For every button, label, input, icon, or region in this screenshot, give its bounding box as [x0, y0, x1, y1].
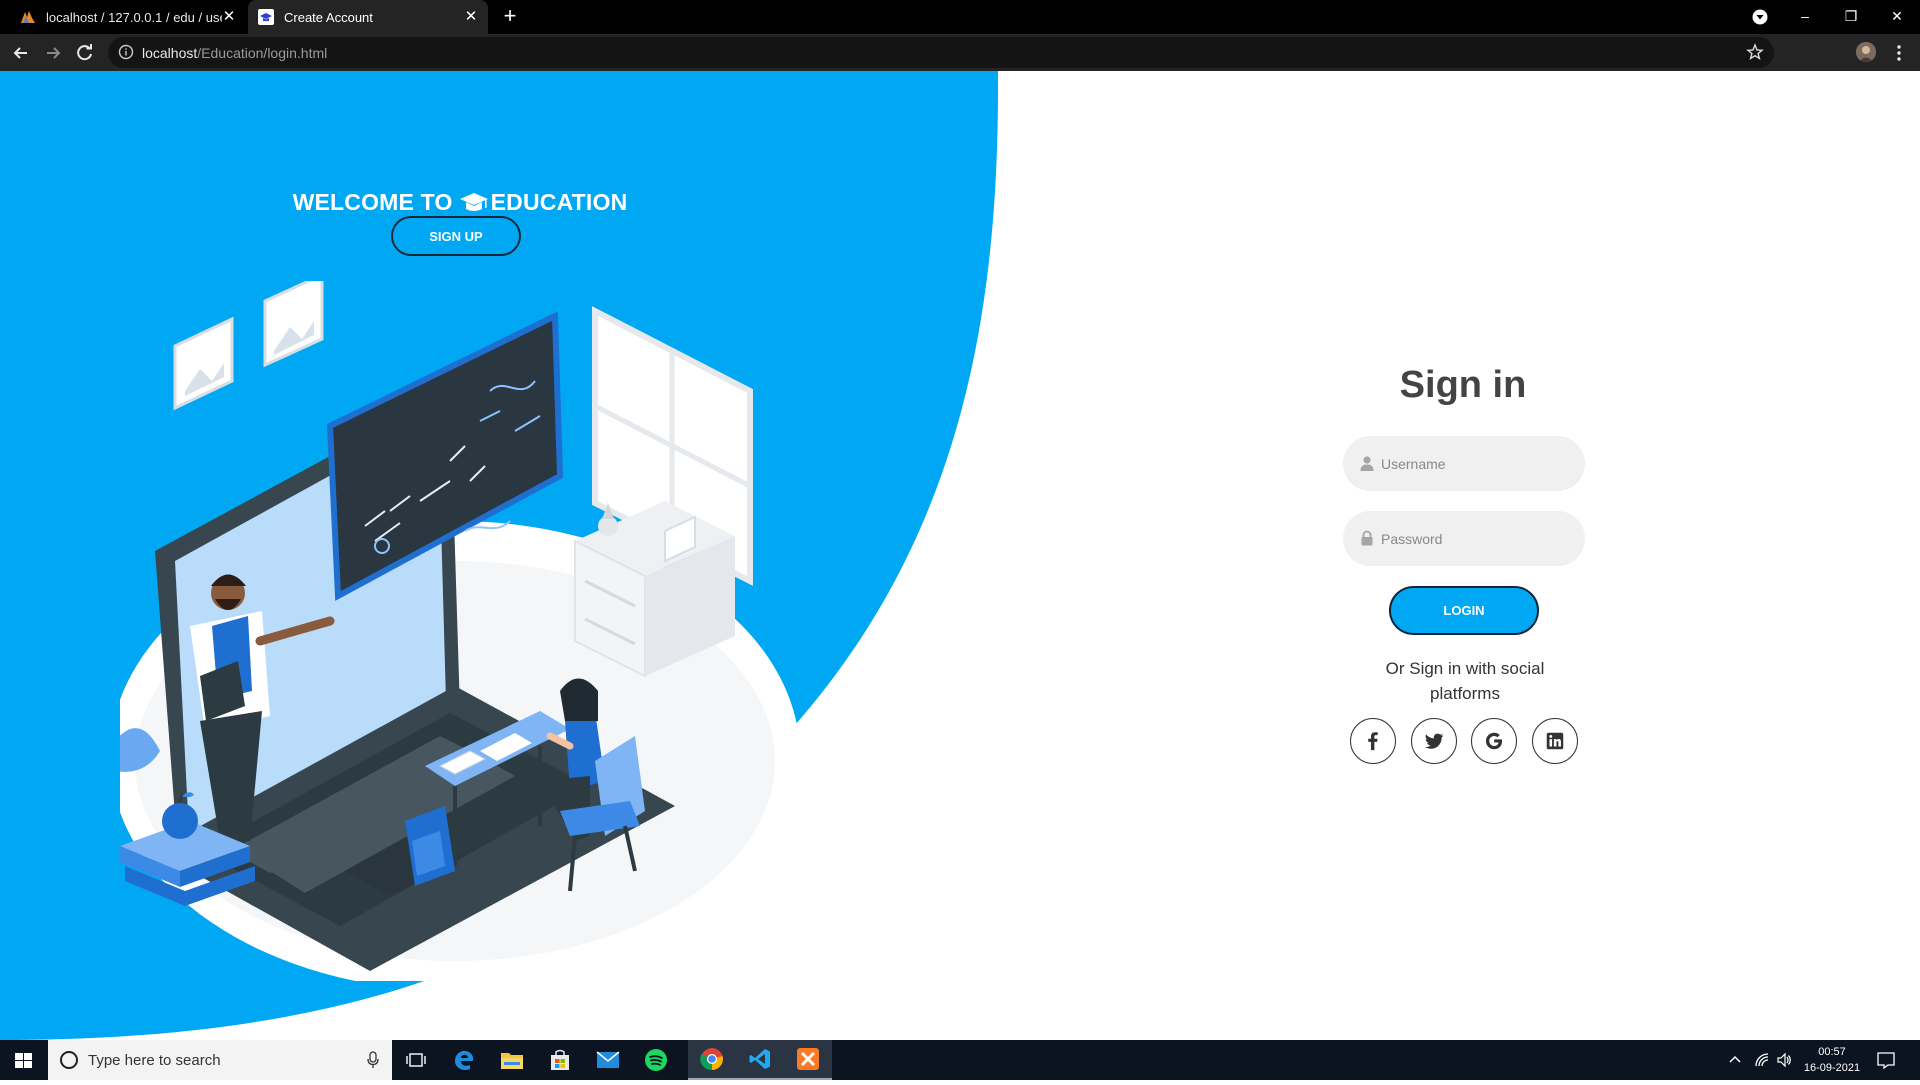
mail-icon	[596, 1051, 620, 1068]
xampp-icon	[797, 1048, 819, 1070]
windows-taskbar: Type here to search 00:57 16-09-2021	[0, 1040, 1920, 1080]
sign-up-button[interactable]: SIGN UP	[391, 216, 521, 256]
file-explorer-button[interactable]	[488, 1040, 536, 1080]
restore-button[interactable]: ❐	[1828, 0, 1874, 34]
password-input[interactable]	[1381, 511, 1571, 566]
welcome-prefix: WELCOME TO	[292, 189, 453, 215]
tab-title: localhost / 127.0.0.1 / edu / users	[46, 9, 222, 25]
password-field[interactable]	[1343, 511, 1585, 566]
windows-logo-icon	[15, 1053, 32, 1068]
twitter-icon	[1425, 733, 1444, 749]
tab-create-account[interactable]: Create Account ✕	[248, 0, 488, 34]
clock-time: 00:57	[1818, 1046, 1846, 1058]
graduation-cap-icon	[459, 192, 488, 211]
google-icon	[1485, 732, 1503, 750]
facebook-button[interactable]	[1350, 718, 1396, 764]
media-control-icon[interactable]	[1752, 9, 1768, 25]
browser-tab-bar: localhost / 127.0.0.1 / edu / users ✕ Cr…	[0, 0, 1920, 34]
reload-icon[interactable]	[72, 40, 98, 66]
forward-arrow-icon[interactable]	[40, 40, 66, 66]
search-placeholder: Type here to search	[88, 1052, 221, 1069]
folder-icon	[501, 1053, 523, 1069]
chrome-icon	[700, 1048, 723, 1071]
notification-icon[interactable]	[1876, 1050, 1896, 1070]
new-tab-button[interactable]: +	[498, 5, 522, 29]
minimize-button[interactable]: –	[1782, 0, 1828, 34]
browser-nav-bar: localhost/Education/login.html	[0, 34, 1920, 71]
linkedin-icon	[1546, 732, 1564, 750]
close-window-button[interactable]: ✕	[1874, 0, 1920, 34]
login-page: WELCOME TO EDUCATION SIGN UP Sign in Use…	[0, 71, 1920, 1040]
social-sign-in-text: Or Sign in with social platforms	[1385, 659, 1545, 703]
tab-phpmyadmin[interactable]: localhost / 127.0.0.1 / edu / users ✕	[12, 0, 246, 34]
close-tab-icon[interactable]: ✕	[462, 8, 480, 26]
volume-icon[interactable]	[1776, 1052, 1792, 1068]
store-button[interactable]	[536, 1040, 584, 1080]
taskbar-clock[interactable]: 00:57 16-09-2021	[1796, 1044, 1868, 1076]
spotify-button[interactable]	[632, 1040, 680, 1080]
menu-kebab-icon[interactable]	[1890, 42, 1908, 64]
back-arrow-icon[interactable]	[8, 40, 34, 66]
user-icon	[1360, 456, 1374, 471]
login-button[interactable]: LOGIN	[1389, 586, 1539, 635]
lock-icon	[1361, 530, 1373, 546]
welcome-heading: WELCOME TO EDUCATION	[280, 189, 640, 216]
task-view-button[interactable]	[392, 1040, 440, 1080]
google-button[interactable]	[1471, 718, 1517, 764]
bookmark-star-icon[interactable]	[1746, 43, 1764, 61]
linkedin-button[interactable]	[1532, 718, 1578, 764]
taskbar-search[interactable]: Type here to search	[48, 1040, 392, 1080]
microphone-icon[interactable]	[366, 1051, 380, 1069]
network-icon[interactable]	[1754, 1052, 1770, 1068]
online-education-illustration	[120, 281, 800, 981]
store-icon	[551, 1049, 569, 1070]
phpmyadmin-favicon-icon	[21, 11, 35, 23]
vscode-icon	[749, 1049, 770, 1069]
profile-avatar[interactable]	[1856, 42, 1876, 62]
start-button[interactable]	[0, 1040, 48, 1080]
task-view-icon	[406, 1053, 426, 1067]
close-tab-icon[interactable]: ✕	[220, 8, 238, 26]
tab-title: Create Account	[284, 9, 373, 25]
clock-date: 16-09-2021	[1803, 1062, 1861, 1074]
username-input[interactable]	[1381, 436, 1571, 491]
sign-in-title: Sign in	[1399, 364, 1527, 406]
edge-taskbar-button[interactable]	[440, 1040, 488, 1080]
spotify-icon	[645, 1049, 667, 1071]
chrome-taskbar-button[interactable]	[688, 1040, 736, 1080]
vscode-taskbar-button[interactable]	[736, 1040, 784, 1080]
site-info-icon[interactable]	[118, 44, 134, 60]
url-text: localhost/Education/login.html	[142, 45, 327, 61]
twitter-button[interactable]	[1411, 718, 1457, 764]
wall-frames	[173, 281, 324, 411]
xampp-taskbar-button[interactable]	[784, 1040, 832, 1080]
avatar-icon	[1856, 42, 1876, 62]
mail-button[interactable]	[584, 1040, 632, 1080]
cortana-icon	[60, 1051, 78, 1069]
show-hidden-icons-chevron-icon[interactable]	[1728, 1054, 1742, 1064]
address-bar[interactable]: localhost/Education/login.html	[108, 37, 1774, 68]
url-host: localhost	[142, 45, 198, 61]
edge-icon	[455, 1050, 474, 1071]
graduation-cap-favicon-icon	[258, 9, 274, 25]
url-path: /Education/login.html	[197, 45, 328, 61]
facebook-icon	[1368, 732, 1378, 751]
welcome-suffix: EDUCATION	[490, 189, 628, 215]
username-field[interactable]	[1343, 436, 1585, 491]
